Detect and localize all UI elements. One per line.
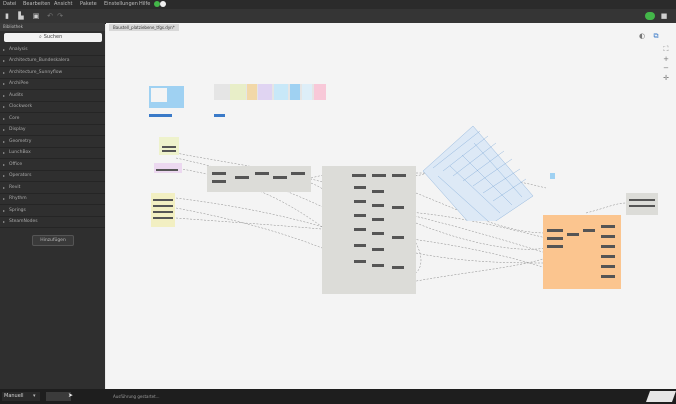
menu-file[interactable]: Datei [3,1,16,8]
chevron-right-icon: ▸ [3,70,6,75]
user-icon[interactable] [160,1,166,7]
new-file-icon[interactable]: ▮ [3,12,11,20]
placement-group[interactable] [543,215,621,289]
input-group[interactable] [159,137,179,155]
node-label [149,114,172,117]
node-label [214,114,225,117]
save-icon[interactable]: ▣ [32,12,40,20]
redo-icon[interactable]: ↷ [56,12,64,20]
toolbar: ▮ ▙ ▣ ↶ ↷ ■ [0,9,676,24]
camera-icon[interactable]: ■ [659,12,669,20]
chevron-right-icon: ▸ [3,116,6,121]
geometry-preview-mesh [422,125,534,221]
chevron-right-icon: ▸ [3,139,6,144]
library-item[interactable]: ▸ Architecture_Bundeskalera [0,55,105,67]
library-item[interactable]: ▸ SteamNodes [0,216,105,228]
chevron-right-icon: ▸ [3,196,6,201]
status-bar: Manuell ▾ ➤ Ausführung gestartet... [0,389,676,404]
library-item[interactable]: ▸ LunchBox [0,147,105,159]
library-search-input[interactable]: ⌕ Suchen [4,33,102,42]
chevron-right-icon: ▸ [3,185,6,190]
page-curl-icon [645,391,676,402]
preview-node[interactable] [550,173,555,179]
color-swatch-group[interactable] [214,84,326,100]
chevron-right-icon: ▸ [3,104,6,109]
chevron-right-icon: ▸ [3,93,6,98]
run-mode-value: Manuell [4,393,24,399]
status-message: Ausführung gestartet... [113,394,160,399]
library-item[interactable]: ▸ Operators [0,170,105,182]
graph-canvas[interactable]: Baustell_platziebene_tfgs.dyn* ◐ ⧉ ⛶ + −… [106,23,676,389]
chevron-right-icon: ▸ [3,173,6,178]
library-item[interactable]: ▸ Rhythm [0,193,105,205]
output-node[interactable] [626,193,658,215]
main-logic-group[interactable] [322,166,416,294]
library-header: Bibliothek [0,23,105,31]
watch-image-node[interactable] [149,86,184,108]
library-item[interactable]: ▸ Display [0,124,105,136]
chevron-right-icon: ▸ [3,58,6,63]
menu-help[interactable]: Hilfe [139,1,150,8]
run-mode-select[interactable]: Manuell ▾ [2,392,40,401]
input-node[interactable] [154,163,182,173]
parameter-group[interactable] [151,193,175,227]
chevron-right-icon: ▸ [3,81,6,86]
library-item[interactable]: ▸ Clockwork [0,101,105,113]
chevron-right-icon: ▸ [3,127,6,132]
library-item[interactable]: ▸ ArchiPee [0,78,105,90]
menu-settings[interactable]: Einstellungen [104,1,138,8]
undo-icon[interactable]: ↶ [46,12,54,20]
open-file-icon[interactable]: ▙ [17,12,25,20]
chevron-right-icon: ▸ [3,47,6,52]
chevron-right-icon: ▸ [3,219,6,224]
cursor-icon: ➤ [68,392,74,399]
chevron-right-icon: ▸ [3,162,6,167]
menu-edit[interactable]: Bearbeiten [23,1,50,8]
add-library-button[interactable]: Hinzufügen [32,235,74,246]
search-placeholder: Suchen [43,34,63,40]
dynamo-app-window: Datei Bearbeiten Ansicht Pakete Einstell… [0,0,676,404]
geometry-group[interactable] [207,166,311,192]
cloud-icon[interactable] [645,12,655,20]
menu-view[interactable]: Ansicht [54,1,72,8]
chevron-down-icon: ▾ [33,393,36,399]
menu-bar: Datei Bearbeiten Ansicht Pakete Einstell… [0,0,676,9]
chevron-right-icon: ▸ [3,208,6,213]
library-title: Bibliothek [3,24,23,29]
chevron-right-icon: ▸ [3,150,6,155]
library-panel: Bibliothek ⌕ Suchen ▸ Analysis ▸ Architect… [0,23,105,389]
menu-packages[interactable]: Pakete [80,1,97,8]
